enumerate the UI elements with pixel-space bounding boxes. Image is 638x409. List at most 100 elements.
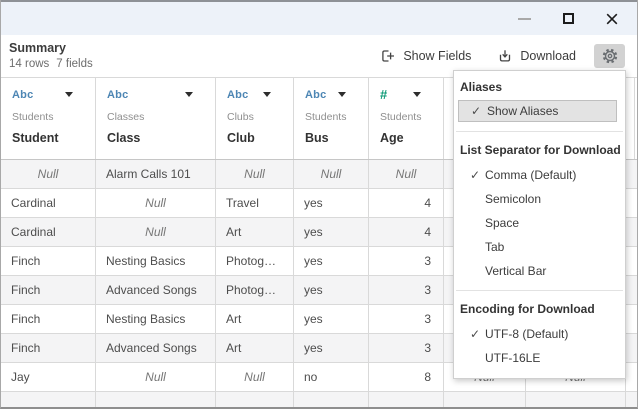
column-header-student[interactable]: Abc Students Student: [1, 78, 96, 159]
table-cell[interactable]: Null: [369, 160, 444, 188]
settings-button[interactable]: [594, 44, 625, 68]
show-fields-button[interactable]: Show Fields: [374, 44, 477, 68]
menu-item-show-aliases[interactable]: ✓Show Aliases: [458, 100, 617, 122]
table-cell[interactable]: Travel: [216, 189, 294, 217]
table-cell: [626, 276, 637, 304]
table-cell[interactable]: yes: [294, 334, 369, 362]
table-cell: [626, 334, 637, 362]
table-cell: [626, 392, 637, 407]
table-cell: [626, 189, 637, 217]
download-button[interactable]: Download: [491, 44, 582, 68]
show-fields-label: Show Fields: [403, 49, 471, 63]
column-header-filler: [626, 78, 635, 159]
column-group-label: Students: [369, 111, 443, 124]
table-cell[interactable]: yes: [294, 276, 369, 304]
menu-item-utf-8-default[interactable]: ✓UTF-8 (Default): [454, 322, 625, 346]
table-cell[interactable]: yes: [294, 247, 369, 275]
table-cell[interactable]: 4: [369, 218, 444, 246]
table-cell[interactable]: Art: [216, 218, 294, 246]
settings-menu: Aliases ✓Show Aliases List Separator for D…: [453, 70, 626, 379]
chevron-down-icon[interactable]: [185, 92, 193, 97]
table-cell[interactable]: Photog…: [216, 276, 294, 304]
table-cell[interactable]: 8: [369, 363, 444, 391]
table-cell[interactable]: Null: [216, 160, 294, 188]
table-cell[interactable]: 3: [369, 276, 444, 304]
chevron-down-icon[interactable]: [65, 92, 73, 97]
table-cell[interactable]: Jay: [1, 363, 96, 391]
maximize-button[interactable]: [555, 7, 581, 31]
minimize-button[interactable]: [511, 7, 537, 31]
table-cell[interactable]: Alarm Calls 101: [96, 160, 216, 188]
column-field-name: Bus: [294, 131, 368, 145]
table-cell[interactable]: Nesting Basics: [96, 305, 216, 333]
chevron-down-icon[interactable]: [413, 92, 421, 97]
table-cell[interactable]: Null: [294, 160, 369, 188]
toolbar-actions: Show Fields Download: [360, 44, 625, 68]
column-header-club[interactable]: Abc Clubs Club: [216, 78, 294, 159]
chevron-down-icon[interactable]: [263, 92, 271, 97]
menu-item-utf-16le[interactable]: UTF-16LE: [454, 346, 625, 370]
chevron-down-icon[interactable]: [338, 92, 346, 97]
table-cell[interactable]: Art: [216, 334, 294, 362]
table-cell[interactable]: no: [294, 363, 369, 391]
table-cell[interactable]: yes: [294, 305, 369, 333]
column-group-label: Students: [294, 111, 368, 124]
table-cell: [96, 392, 216, 407]
column-field-name: Club: [216, 131, 293, 145]
summary-block: Summary 14 rows7 fields: [9, 41, 93, 71]
column-group-label: Clubs: [216, 111, 293, 124]
table-cell[interactable]: Advanced Songs: [96, 334, 216, 362]
menu-item-label: UTF-8 (Default): [485, 327, 568, 341]
column-header-class[interactable]: AbcClassesClass: [96, 78, 216, 159]
column-header-age[interactable]: #StudentsAge: [369, 78, 444, 159]
table-cell[interactable]: Finch: [1, 247, 96, 275]
menu-divider: [456, 290, 623, 291]
table-cell[interactable]: Null: [1, 160, 96, 188]
menu-item-label: Semicolon: [485, 192, 541, 206]
table-cell: [1, 392, 96, 407]
checkmark-icon: ✓: [470, 327, 485, 341]
table-cell: [294, 392, 369, 407]
table-cell[interactable]: Null: [96, 363, 216, 391]
menu-section-header: Encoding for Download: [454, 300, 625, 318]
table-cell[interactable]: Finch: [1, 334, 96, 362]
table-row: [1, 392, 637, 407]
table-cell[interactable]: Finch: [1, 305, 96, 333]
menu-item-semicolon[interactable]: Semicolon: [454, 187, 625, 211]
string-type-icon: Abc: [107, 89, 128, 101]
table-cell[interactable]: Finch: [1, 276, 96, 304]
table-cell[interactable]: 4: [369, 189, 444, 217]
menu-item-tab[interactable]: Tab: [454, 235, 625, 259]
table-cell[interactable]: Cardinal: [1, 218, 96, 246]
table-cell[interactable]: Null: [96, 218, 216, 246]
table-cell[interactable]: Advanced Songs: [96, 276, 216, 304]
table-cell[interactable]: Photog…: [216, 247, 294, 275]
gear-icon: [601, 47, 619, 65]
column-field-name: Student: [1, 131, 95, 145]
table-cell[interactable]: 3: [369, 247, 444, 275]
table-cell[interactable]: yes: [294, 218, 369, 246]
menu-section-header: List Separator for Download: [454, 141, 625, 159]
table-cell[interactable]: Nesting Basics: [96, 247, 216, 275]
table-cell[interactable]: 3: [369, 334, 444, 362]
table-cell[interactable]: Cardinal: [1, 189, 96, 217]
menu-item-comma-default[interactable]: ✓Comma (Default): [454, 163, 625, 187]
string-type-icon: Abc: [227, 89, 248, 101]
menu-item-space[interactable]: Space: [454, 211, 625, 235]
menu-section-header: Aliases: [454, 78, 625, 96]
table-cell[interactable]: yes: [294, 189, 369, 217]
table-cell: [216, 392, 294, 407]
column-group-label: Students: [1, 111, 95, 124]
table-cell[interactable]: Art: [216, 305, 294, 333]
menu-item-label: Vertical Bar: [485, 264, 546, 278]
table-cell: [444, 392, 526, 407]
table-cell[interactable]: Null: [96, 189, 216, 217]
table-cell[interactable]: Null: [216, 363, 294, 391]
number-type-icon: #: [380, 87, 387, 102]
page-title: Summary: [9, 41, 93, 55]
close-button[interactable]: [599, 7, 625, 31]
string-type-icon: Abc: [12, 89, 33, 101]
menu-item-vertical-bar[interactable]: Vertical Bar: [454, 259, 625, 283]
column-header-bus[interactable]: AbcStudentsBus: [294, 78, 369, 159]
table-cell[interactable]: 3: [369, 305, 444, 333]
